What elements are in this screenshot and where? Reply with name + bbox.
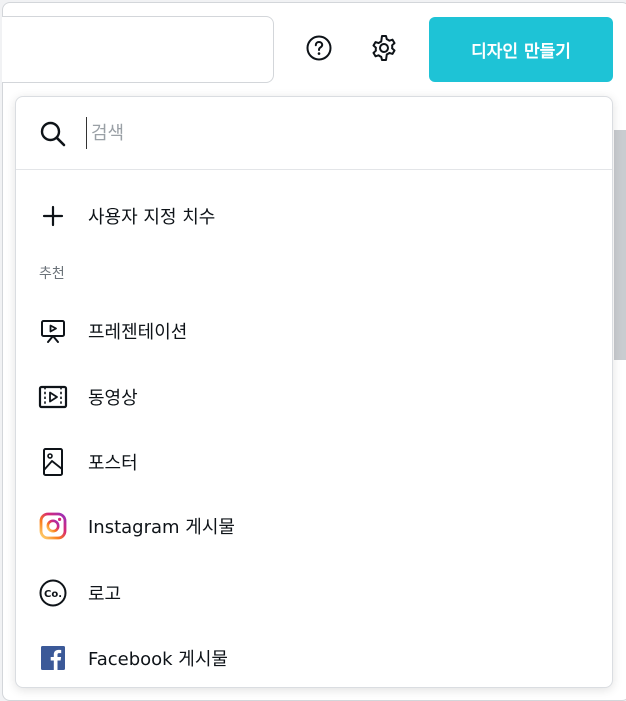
poster-icon xyxy=(38,447,68,477)
custom-size-label: 사용자 지정 치수 xyxy=(88,207,216,228)
menu-item-label: Instagram 게시물 xyxy=(88,517,235,538)
background-panel-edge xyxy=(614,130,626,360)
recommended-section-title: 추천 xyxy=(39,266,65,282)
logo-icon: Co. xyxy=(38,578,68,608)
create-design-button[interactable]: 디자인 만들기 xyxy=(429,17,613,82)
create-design-dropdown: 사용자 지정 치수 추천 프레젠테이션 동영상 xyxy=(15,96,613,688)
custom-size-item[interactable]: 사용자 지정 치수 xyxy=(16,191,612,241)
menu-item-label: 포스터 xyxy=(88,453,138,474)
plus-icon xyxy=(38,201,68,231)
instagram-icon xyxy=(38,511,68,541)
top-search-field[interactable] xyxy=(2,16,274,83)
presentation-icon xyxy=(38,316,68,346)
menu-item-logo[interactable]: Co. 로고 xyxy=(16,568,612,618)
facebook-icon xyxy=(38,643,68,673)
dropdown-search-row xyxy=(16,97,612,170)
menu-item-label: 로고 xyxy=(88,584,122,605)
menu-item-poster[interactable]: 포스터 xyxy=(16,437,612,487)
help-circle-icon xyxy=(306,35,332,61)
settings-button[interactable] xyxy=(366,30,402,66)
menu-item-facebook-post[interactable]: Facebook 게시물 xyxy=(16,633,612,683)
menu-item-instagram-post[interactable]: Instagram 게시물 xyxy=(16,501,612,551)
menu-item-presentation[interactable]: 프레젠테이션 xyxy=(16,306,612,356)
menu-item-label: Facebook 게시물 xyxy=(88,649,228,670)
search-icon xyxy=(40,121,66,147)
video-icon xyxy=(38,382,68,412)
svg-text:Co.: Co. xyxy=(44,589,62,600)
menu-item-label: 동영상 xyxy=(88,388,138,409)
help-button[interactable] xyxy=(301,30,337,66)
dropdown-search-input[interactable] xyxy=(86,117,571,149)
gear-icon xyxy=(372,35,396,61)
menu-item-video[interactable]: 동영상 xyxy=(16,372,612,422)
menu-item-label: 프레젠테이션 xyxy=(88,322,188,343)
